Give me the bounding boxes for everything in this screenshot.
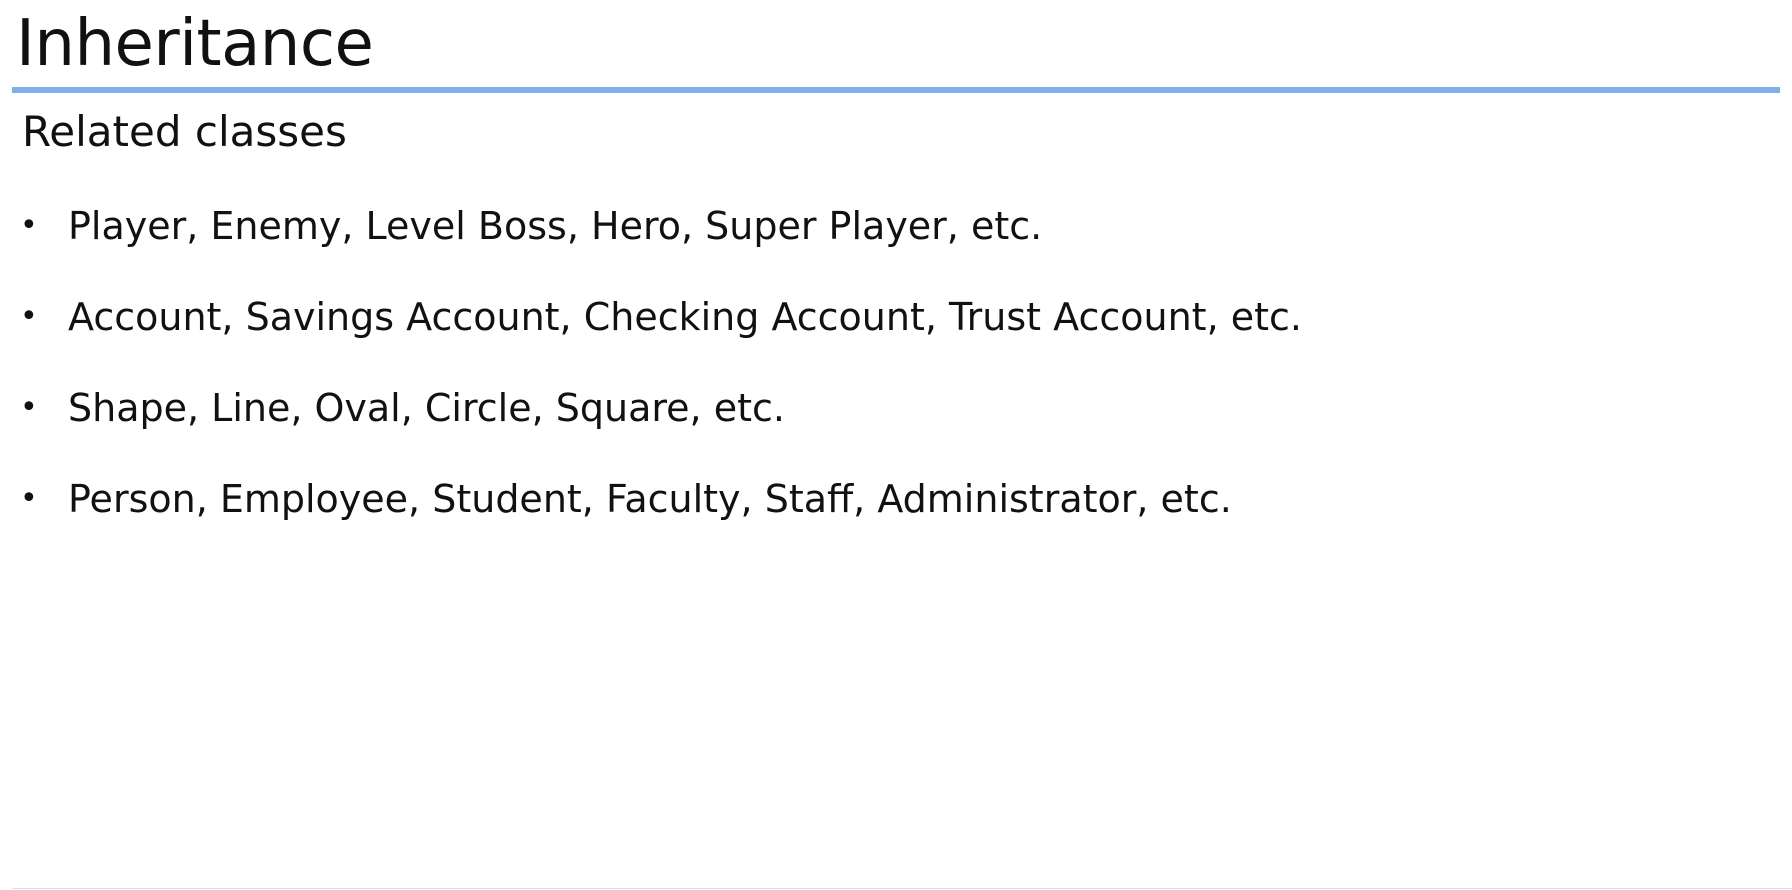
bullet-text: Account, Savings Account, Checking Accou… (68, 295, 1302, 339)
bullet-text: Shape, Line, Oval, Circle, Square, etc. (68, 386, 785, 430)
title-underline-rule (12, 87, 1780, 93)
bullet-icon: • (20, 299, 38, 334)
list-item: • Person, Employee, Student, Faculty, St… (0, 469, 1792, 560)
list-item: • Account, Savings Account, Checking Acc… (0, 287, 1792, 378)
bullet-icon: • (20, 390, 38, 425)
bullet-icon: • (20, 481, 38, 516)
list-item: • Player, Enemy, Level Boss, Hero, Super… (0, 196, 1792, 287)
list-item: • Shape, Line, Oval, Circle, Square, etc… (0, 378, 1792, 469)
bullet-text: Player, Enemy, Level Boss, Hero, Super P… (68, 204, 1043, 248)
bullet-text: Person, Employee, Student, Faculty, Staf… (68, 477, 1232, 521)
bottom-divider (12, 888, 1792, 889)
bullet-icon: • (20, 208, 38, 243)
bullet-list: • Player, Enemy, Level Boss, Hero, Super… (0, 196, 1792, 560)
slide-title: Inheritance (16, 7, 374, 81)
slide-subtitle: Related classes (22, 107, 347, 156)
